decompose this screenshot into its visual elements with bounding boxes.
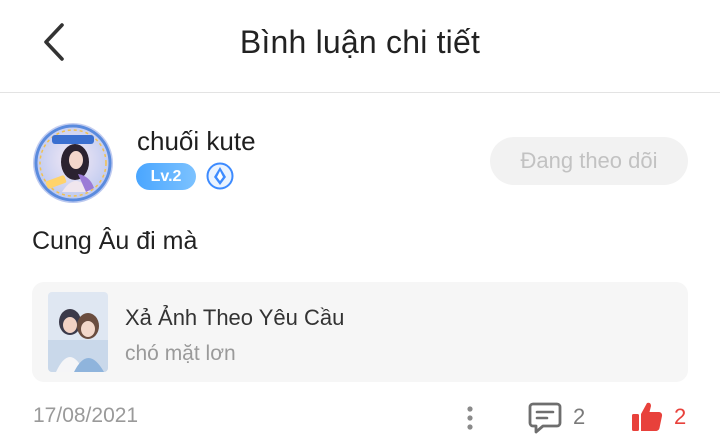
like-button[interactable]: 2 [630,397,686,437]
comment-text: Cung Âu đi mà [32,227,198,255]
user-avatar[interactable] [32,122,114,204]
following-button[interactable]: Đang theo dõi [490,137,688,185]
post-title: Xả Ảnh Theo Yêu Cầu [125,305,345,330]
reply-count: 2 [573,404,586,429]
post-author: chó mặt lơn [125,342,236,365]
level-badge: Lv.2 [136,163,196,190]
comment-date: 17/08/2021 [33,404,139,427]
linked-post-card[interactable]: Xả Ảnh Theo Yêu Cầu chó mặt lơn [32,282,688,382]
post-thumbnail [48,292,108,372]
thumbs-up-icon [632,402,663,431]
comment-bubble-icon [528,402,562,434]
page-title: Bình luận chi tiết [239,24,481,60]
like-count: 2 [674,404,687,429]
reply-button[interactable]: 2 [527,397,585,437]
header-bar: Bình luận chi tiết [0,0,720,93]
more-options-button[interactable] [458,400,482,436]
rank-badge-icon [206,162,234,190]
username[interactable]: chuối kute [137,126,256,157]
comment-detail-screen: Bình luận chi tiết chuối kute Lv.2 Đang … [0,0,720,444]
more-vertical-icon [467,406,473,430]
